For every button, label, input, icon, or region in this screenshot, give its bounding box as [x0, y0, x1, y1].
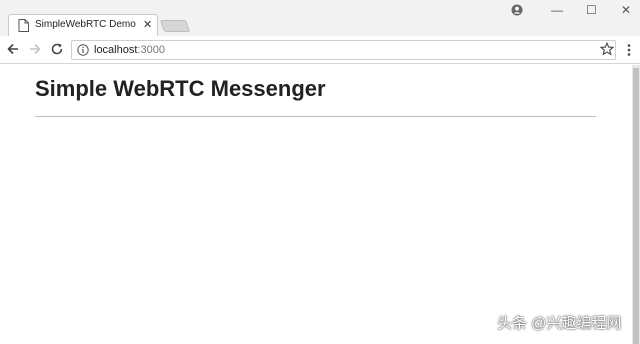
reload-icon[interactable] [50, 42, 64, 56]
tab-title: SimpleWebRTC Demo [35, 19, 136, 30]
title-divider [35, 116, 596, 117]
tab-close-button[interactable]: ✕ [143, 18, 152, 32]
menu-dots-icon[interactable] [626, 43, 632, 57]
forward-arrow-icon[interactable] [28, 42, 42, 56]
page-icon [18, 19, 29, 32]
window-close-button[interactable]: ✕ [621, 3, 631, 17]
info-icon[interactable] [77, 44, 89, 56]
url-port: :3000 [137, 44, 165, 56]
minimize-button[interactable]: — [551, 3, 563, 17]
watermark: 头条 @兴趣编程网 [497, 315, 622, 332]
new-tab-button[interactable] [159, 20, 191, 32]
scrollbar-thumb[interactable] [633, 68, 639, 344]
url-host: localhost [94, 44, 138, 56]
page-title: Simple WebRTC Messenger [35, 76, 326, 101]
tab-strip: SimpleWebRTC Demo ✕ — ☐ ✕ [0, 0, 640, 36]
url-text: localhost:3000 [94, 44, 165, 56]
back-arrow-icon[interactable] [6, 42, 20, 56]
browser-tab[interactable]: SimpleWebRTC Demo ✕ [8, 14, 158, 36]
maximize-button[interactable]: ☐ [586, 3, 597, 17]
profile-icon[interactable] [511, 4, 523, 16]
address-bar[interactable]: localhost:3000 [71, 40, 616, 60]
star-icon[interactable] [600, 42, 614, 56]
